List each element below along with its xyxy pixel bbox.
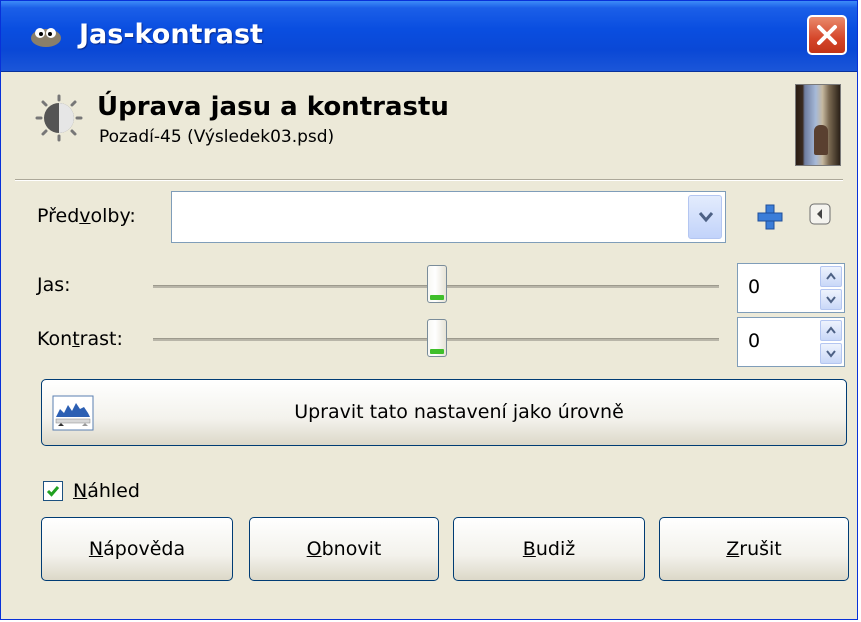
chevron-up-icon xyxy=(826,272,836,280)
header-divider xyxy=(15,179,843,181)
dialog-header: Úprava jasu a kontrastu Pozadí-45 (Výsle… xyxy=(1,72,857,176)
contrast-slider-handle[interactable] xyxy=(427,319,447,357)
brightness-decrement-button[interactable] xyxy=(820,289,842,310)
edit-as-levels-button[interactable]: Upravit tato nastavení jako úrovně xyxy=(41,379,847,446)
dialog-heading: Úprava jasu a kontrastu xyxy=(97,92,449,122)
presets-combo[interactable] xyxy=(171,191,726,243)
preview-checkbox[interactable] xyxy=(43,481,63,501)
cancel-button[interactable]: Zrušit xyxy=(659,517,849,581)
chevron-up-icon xyxy=(826,326,836,334)
dialog-subheading: Pozadí-45 (Výsledek03.psd) xyxy=(99,127,335,147)
plus-icon[interactable] xyxy=(757,204,783,230)
presets-label: Předvolby: xyxy=(37,205,136,227)
brightness-spinbox[interactable]: 0 xyxy=(737,263,845,313)
contrast-label: Kontrast: xyxy=(37,328,123,350)
brightness-slider-handle[interactable] xyxy=(427,265,447,303)
ok-button[interactable]: Budiž xyxy=(453,517,645,581)
close-button[interactable] xyxy=(807,15,847,55)
edit-as-levels-label: Upravit tato nastavení jako úrovně xyxy=(294,401,624,423)
brightness-label: Jas: xyxy=(37,274,71,296)
chevron-down-icon xyxy=(826,350,836,358)
contrast-decrement-button[interactable] xyxy=(820,343,842,364)
chevron-down-icon xyxy=(826,296,836,304)
brightness-contrast-icon xyxy=(35,94,83,142)
contrast-spin-buttons[interactable] xyxy=(820,320,842,364)
gimp-icon xyxy=(31,28,61,47)
contrast-spinbox[interactable]: 0 xyxy=(737,317,845,367)
dialog-window: Jas-kontrast Úprava jasu a kontrastu Poz… xyxy=(0,0,858,620)
brightness-value: 0 xyxy=(748,276,761,298)
brightness-increment-button[interactable] xyxy=(820,266,842,287)
brightness-spin-buttons[interactable] xyxy=(820,266,842,310)
contrast-value: 0 xyxy=(748,330,761,352)
contrast-increment-button[interactable] xyxy=(820,320,842,341)
help-button[interactable]: Nápověda xyxy=(41,517,233,581)
menu-icon[interactable] xyxy=(809,203,831,225)
chevron-down-icon xyxy=(698,212,714,223)
preview-label[interactable]: Náhled xyxy=(73,480,140,502)
presets-dropdown-button[interactable] xyxy=(688,195,722,239)
image-thumbnail xyxy=(795,84,841,166)
title-bar[interactable]: Jas-kontrast xyxy=(1,1,857,72)
close-icon xyxy=(817,25,837,45)
checkmark-icon xyxy=(46,486,60,497)
reset-button[interactable]: Obnovit xyxy=(249,517,439,581)
window-title: Jas-kontrast xyxy=(79,19,263,50)
